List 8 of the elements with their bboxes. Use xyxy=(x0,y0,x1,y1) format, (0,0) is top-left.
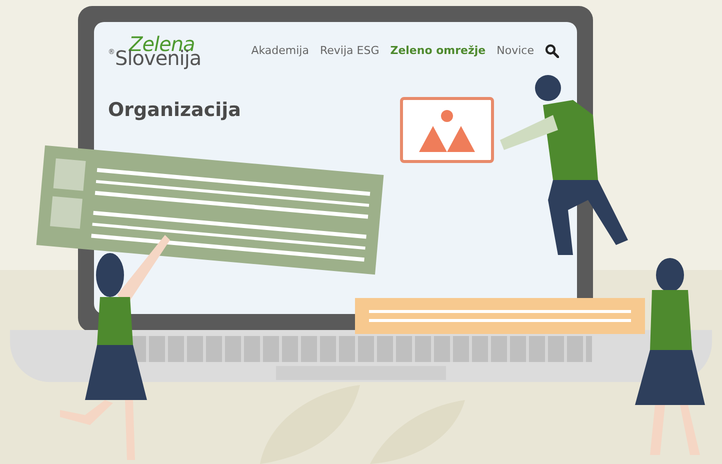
logo-bottom-text: Slovenija xyxy=(115,48,202,68)
nav-link[interactable]: Zeleno omrežje xyxy=(390,42,486,60)
page-heading: Organizacija xyxy=(108,98,242,123)
image-icon xyxy=(417,108,477,152)
nav-link[interactable]: Akademija xyxy=(251,42,309,60)
nav-link[interactable]: Revija ESG xyxy=(320,42,380,60)
search-icon[interactable] xyxy=(545,44,559,58)
nav-link[interactable]: Novice xyxy=(496,42,534,60)
